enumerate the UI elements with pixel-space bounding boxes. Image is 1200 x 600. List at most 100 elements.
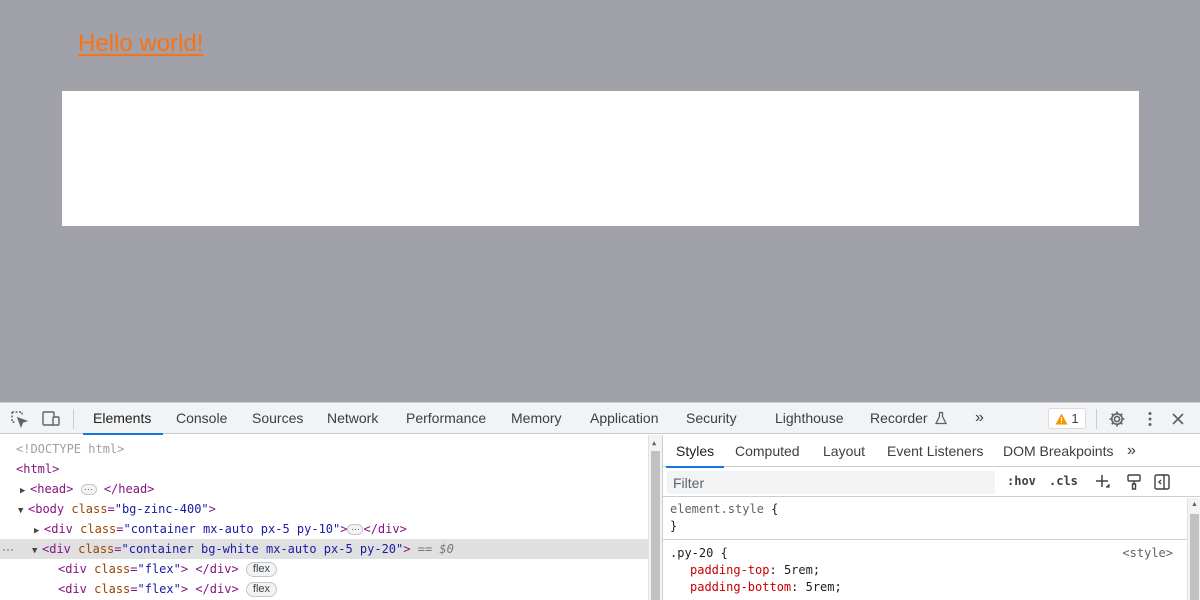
styles-scrollbar[interactable]: ▲: [1187, 498, 1200, 600]
tab-performance[interactable]: Performance: [406, 403, 486, 434]
css-property-value[interactable]: 5rem: [806, 580, 835, 594]
div-close-tag: </div>: [195, 562, 239, 576]
collapse-triangle-icon[interactable]: ▼: [18, 501, 28, 521]
devtools-panel: Elements Console Sources Network Perform…: [0, 402, 1200, 600]
element-style-rule-header[interactable]: element.style {: [670, 501, 778, 518]
rule-source-link[interactable]: <style>: [1122, 545, 1173, 562]
py20-selector: .py-20: [670, 546, 714, 560]
flex-badge[interactable]: flex: [245, 582, 278, 597]
collapse-triangle-icon[interactable]: ▼: [32, 541, 42, 561]
hov-toggle-button[interactable]: :hov: [1007, 474, 1036, 488]
color-format-paint-icon[interactable]: [1125, 473, 1143, 491]
new-style-rule-icon[interactable]: [1093, 473, 1111, 491]
more-tabs-button[interactable]: »: [975, 403, 984, 434]
css-property-name[interactable]: padding-top: [690, 563, 769, 577]
div-close-tag: </div>: [195, 582, 239, 596]
device-toolbar-icon[interactable]: [41, 409, 61, 429]
toggle-sidebar-icon[interactable]: [1153, 473, 1171, 491]
class-attr-name: class: [94, 582, 131, 596]
styles-subtabs: Styles Computed Layout Event Listeners D…: [663, 435, 1200, 468]
doctype-text: <!DOCTYPE html>: [16, 442, 125, 456]
toolbar-divider-right: [1096, 409, 1097, 429]
styles-pane: Styles Computed Layout Event Listeners D…: [662, 435, 1200, 600]
css-property-name[interactable]: padding-bottom: [690, 580, 791, 594]
collapsed-ellipsis-badge[interactable]: ···: [347, 524, 364, 535]
dom-node-flex-1[interactable]: <div class="flex"> </div> flex: [0, 559, 648, 579]
tab-recorder-label: Recorder: [870, 410, 928, 426]
expand-triangle-icon[interactable]: ▶: [20, 481, 30, 501]
scroll-up-arrow-icon[interactable]: ▲: [1191, 501, 1198, 508]
body-tag: <body: [28, 502, 65, 516]
dom-node-doctype[interactable]: <!DOCTYPE html>: [0, 439, 648, 459]
class-attr-name: class: [80, 522, 117, 536]
dom-node-flex-2[interactable]: <div class="flex"> </div> flex: [0, 579, 648, 599]
flask-icon: [935, 411, 948, 425]
warnings-badge[interactable]: 1: [1048, 408, 1086, 429]
div1-class-value: "container mx-auto px-5 py-10": [123, 522, 341, 536]
more-vertical-icon[interactable]: [1140, 409, 1160, 429]
styles-scrollbar-thumb[interactable]: [1190, 514, 1199, 600]
tab-network[interactable]: Network: [327, 403, 378, 434]
div-tag: <div: [42, 542, 71, 556]
inspect-element-icon[interactable]: [9, 409, 29, 429]
tab-security[interactable]: Security: [686, 403, 737, 434]
tab-sources[interactable]: Sources: [252, 403, 303, 434]
tab-lighthouse[interactable]: Lighthouse: [775, 403, 844, 434]
css-declaration[interactable]: padding-bottom: 5rem;: [690, 579, 842, 596]
dom-node-body[interactable]: ▼ <body class="bg-zinc-400">: [0, 499, 648, 519]
tab-recorder[interactable]: Recorder: [870, 403, 948, 434]
flex-class-value: "flex": [137, 562, 181, 576]
subtab-event-listeners[interactable]: Event Listeners: [887, 435, 984, 467]
elements-dom-tree: <!DOCTYPE html> <html> ▶ <head> ··· </hea…: [0, 435, 662, 600]
element-style-close: }: [670, 518, 677, 535]
devtools-toolbar: Elements Console Sources Network Perform…: [0, 403, 1200, 435]
open-brace: {: [713, 546, 728, 560]
open-brace: {: [763, 502, 779, 516]
expand-triangle-icon[interactable]: ▶: [34, 521, 44, 541]
page-viewport: Hello world!: [0, 0, 1200, 402]
white-container-box: [62, 91, 1139, 226]
subtab-computed[interactable]: Computed: [735, 435, 800, 467]
dom-node-head[interactable]: ▶ <head> ··· </head>: [0, 479, 648, 499]
subtab-layout[interactable]: Layout: [823, 435, 865, 467]
div2-class-value: "container bg-white mx-auto px-5 py-20": [121, 542, 404, 556]
subtab-styles[interactable]: Styles: [665, 435, 725, 468]
div-tag: <div: [58, 582, 87, 596]
tab-console[interactable]: Console: [176, 403, 227, 434]
dom-node-html[interactable]: <html>: [0, 459, 648, 479]
cls-toggle-button[interactable]: .cls: [1049, 474, 1078, 488]
element-style-selector: element.style: [670, 502, 764, 516]
warning-count: 1: [1071, 411, 1079, 426]
tab-application[interactable]: Application: [590, 403, 659, 434]
scroll-up-arrow-icon[interactable]: ▲: [652, 439, 656, 447]
py20-rule-header[interactable]: .py-20 { <style>: [670, 545, 1180, 562]
selected-node-marker: == $0: [417, 542, 454, 556]
tab-memory[interactable]: Memory: [511, 403, 562, 434]
styles-filter-bar: :hov .cls: [663, 468, 1200, 497]
gutter-dots[interactable]: ···: [2, 539, 14, 559]
dom-node-container-py20-selected[interactable]: ··· ▼ <div class="container bg-white mx-a…: [0, 539, 648, 559]
style-rules: element.style { } .py-20 { <style> paddi…: [663, 498, 1187, 600]
class-attr-name: class: [78, 542, 115, 556]
head-open-tag: <head>: [30, 482, 74, 496]
hello-world-link[interactable]: Hello world!: [78, 30, 203, 58]
dom-node-container-py10[interactable]: ▶ <div class="container mx-auto px-5 py-1…: [0, 519, 648, 539]
css-property-value[interactable]: 5rem: [784, 563, 813, 577]
tab-elements[interactable]: Elements: [82, 403, 164, 435]
div-tag: <div: [58, 562, 87, 576]
div-tag: <div: [44, 522, 73, 536]
elements-scrollbar-thumb[interactable]: [651, 451, 660, 600]
subtab-dom-breakpoints[interactable]: DOM Breakpoints: [1003, 435, 1113, 467]
flex-class-value: "flex": [137, 582, 181, 596]
warning-icon: [1055, 413, 1068, 424]
css-declaration[interactable]: padding-top: 5rem;: [690, 562, 820, 579]
flex-badge[interactable]: flex: [245, 562, 278, 577]
div-close-tag: </div>: [363, 522, 407, 536]
rule-divider: [663, 539, 1187, 540]
settings-icon[interactable]: [1107, 409, 1127, 429]
styles-filter-input[interactable]: [667, 471, 995, 494]
close-icon[interactable]: [1168, 409, 1188, 429]
elements-scrollbar[interactable]: ▲: [648, 435, 662, 600]
collapsed-ellipsis-badge[interactable]: ···: [80, 484, 97, 495]
more-subtabs-button[interactable]: »: [1127, 435, 1136, 467]
